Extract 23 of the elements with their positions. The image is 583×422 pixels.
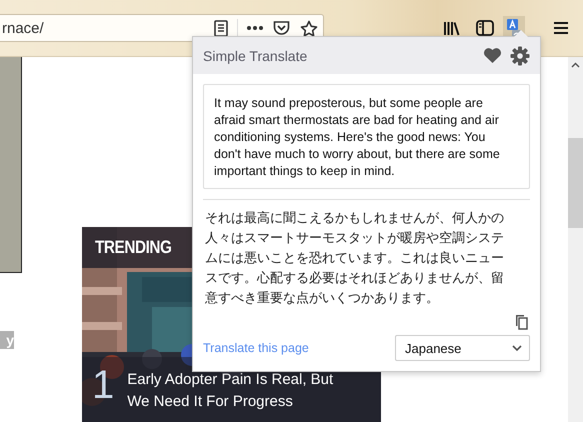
- section-heading: TRENDING: [95, 237, 172, 258]
- heart-icon[interactable]: [483, 47, 502, 64]
- document-icon[interactable]: [213, 20, 229, 36]
- books-icon[interactable]: [443, 20, 460, 36]
- article-title[interactable]: Early Adopter Pain Is Real, But We Need It For Progress: [127, 369, 356, 413]
- menu-icon[interactable]: [553, 21, 569, 35]
- rank-number: 1: [92, 365, 114, 405]
- chevron-shield-icon[interactable]: [273, 20, 290, 36]
- translate-icon[interactable]: [507, 18, 521, 38]
- chevron-down-icon: [512, 345, 522, 351]
- star-icon[interactable]: [300, 20, 318, 36]
- scroll-up-icon[interactable]: [571, 62, 580, 68]
- scrollbar-thumb[interactable]: [568, 138, 583, 228]
- language-select[interactable]: Japanese: [395, 335, 530, 361]
- settings-icon[interactable]: [510, 46, 530, 66]
- popup-title: Simple Translate: [203, 48, 308, 64]
- sidebar-icon[interactable]: [476, 20, 494, 36]
- source-text-field[interactable]: It may sound preposterous, but some people are afraid smart thermostats are bad for heating and air conditioning systems. Here's the good news: You don't have much to worry about, but there are some important things to keep in mind.: [203, 84, 530, 190]
- copy-icon[interactable]: [515, 314, 528, 330]
- scrollbar[interactable]: [568, 57, 583, 422]
- translation-text: それは最高に聞こえるかもしれませんが、何人かの人々はスマートサーモスタットが暖房や空調システムには悪いことを恐れています。これは良いニュースです。心配する必要はそれほどありませんが、留意すべき重要な点がいくつかあります。: [205, 209, 505, 307]
- more-icon[interactable]: [246, 25, 264, 31]
- side-label: y: [0, 331, 14, 349]
